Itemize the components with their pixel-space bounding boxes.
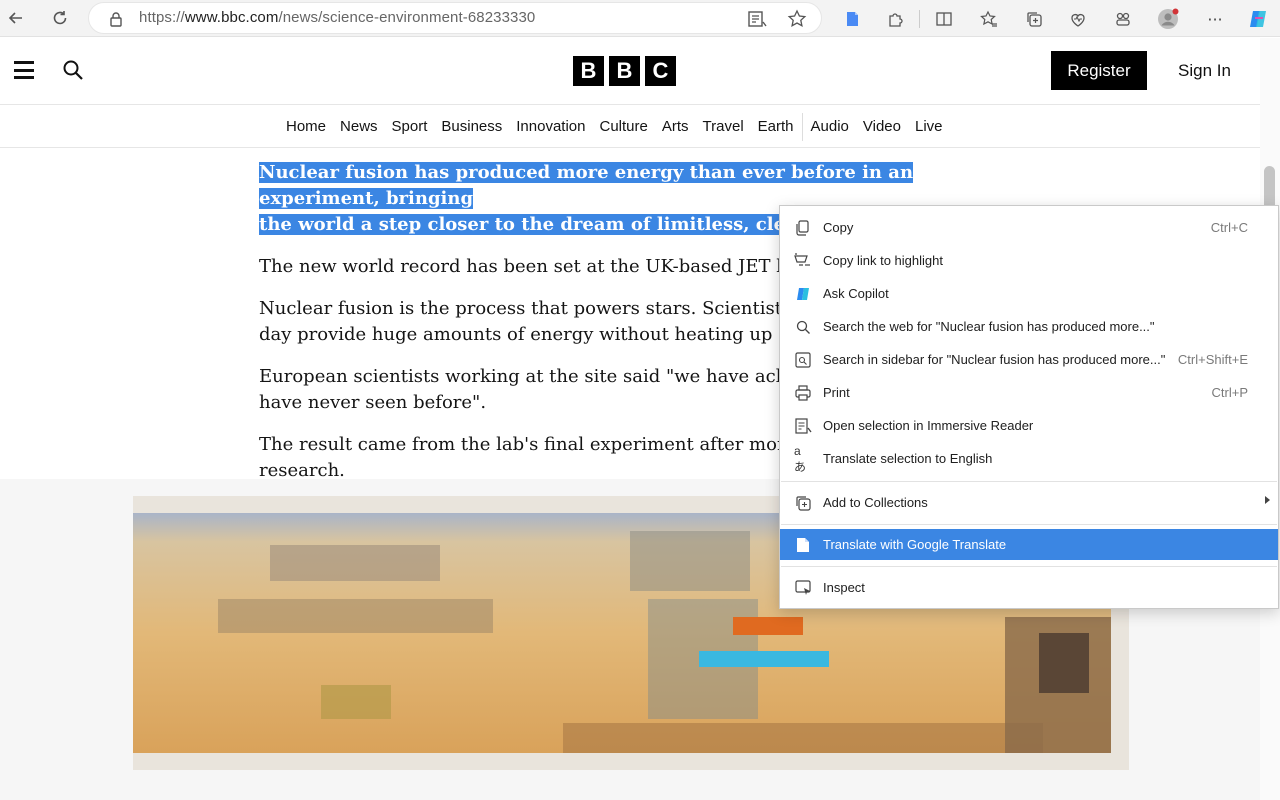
immersive-reader-icon xyxy=(794,417,812,435)
menu-item-search-sidebar[interactable]: Search in sidebar for "Nuclear fusion ha… xyxy=(780,344,1278,375)
split-screen-icon[interactable] xyxy=(931,6,957,32)
google-translate-icon xyxy=(794,536,812,554)
sidebar-search-icon xyxy=(794,351,812,369)
refresh-icon[interactable] xyxy=(48,6,72,30)
site-search-icon[interactable] xyxy=(62,59,84,81)
nav-item-culture[interactable]: Culture xyxy=(593,105,655,148)
more-menu-icon[interactable]: ··· xyxy=(1202,6,1228,32)
toolbar-divider xyxy=(919,10,920,28)
menu-item-inspect[interactable]: Inspect xyxy=(780,572,1278,603)
favorite-star-icon[interactable] xyxy=(787,9,807,29)
print-icon xyxy=(794,384,812,402)
menu-hamburger-icon[interactable] xyxy=(14,61,34,79)
inspect-icon xyxy=(794,579,812,597)
menu-item-add-to-collections[interactable]: Add to Collections xyxy=(780,487,1278,518)
nav-divider xyxy=(801,112,803,141)
bbc-logo-letter: B xyxy=(573,56,604,86)
copilot-icon[interactable] xyxy=(1245,6,1271,32)
menu-item-print[interactable]: Print Ctrl+P xyxy=(780,377,1278,408)
nav-item-news[interactable]: News xyxy=(333,105,385,148)
signin-link[interactable]: Sign In xyxy=(1178,61,1231,81)
extensions-icon[interactable] xyxy=(883,6,909,32)
favorites-icon[interactable] xyxy=(976,6,1002,32)
google-translate-extension-icon[interactable] xyxy=(839,6,865,32)
nav-item-sport[interactable]: Sport xyxy=(385,105,435,148)
menu-item-immersive-reader[interactable]: Open selection in Immersive Reader xyxy=(780,410,1278,441)
menu-item-search-web[interactable]: Search the web for "Nuclear fusion has p… xyxy=(780,311,1278,342)
menu-divider xyxy=(781,524,1277,525)
nav-item-live[interactable]: Live xyxy=(908,105,950,148)
search-icon xyxy=(794,318,812,336)
nav-item-video[interactable]: Video xyxy=(856,105,908,148)
bbc-logo-letter: C xyxy=(645,56,676,86)
immersive-reader-icon[interactable] xyxy=(747,9,767,29)
browser-essentials-icon[interactable] xyxy=(1065,6,1091,32)
menu-item-translate-selection[interactable]: aあ Translate selection to English xyxy=(780,443,1278,474)
bbc-logo[interactable]: B B C xyxy=(573,56,676,86)
nav-item-earth[interactable]: Earth xyxy=(751,105,801,148)
translate-icon: aあ xyxy=(794,443,807,474)
menu-divider xyxy=(781,481,1277,482)
nav-item-arts[interactable]: Arts xyxy=(655,105,696,148)
register-button[interactable]: Register xyxy=(1051,51,1147,90)
collections-icon[interactable] xyxy=(1021,6,1047,32)
copy-link-icon xyxy=(794,252,812,270)
profile-avatar-icon[interactable] xyxy=(1155,6,1181,32)
site-nav: Home News Sport Business Innovation Cult… xyxy=(0,105,1260,148)
nav-item-audio[interactable]: Audio xyxy=(804,105,856,148)
menu-divider xyxy=(781,566,1277,567)
menu-item-google-translate[interactable]: Translate with Google Translate xyxy=(780,529,1278,560)
copy-icon xyxy=(794,219,812,237)
menu-item-copy[interactable]: Copy Ctrl+C xyxy=(780,212,1278,243)
nav-item-travel[interactable]: Travel xyxy=(696,105,751,148)
workspaces-icon[interactable] xyxy=(1110,6,1136,32)
nav-item-innovation[interactable]: Innovation xyxy=(509,105,592,148)
copilot-icon xyxy=(794,285,812,303)
address-bar[interactable]: https://www.bbc.com/news/science-environ… xyxy=(88,2,822,34)
nav-item-home[interactable]: Home xyxy=(279,105,333,148)
selected-lead-line-1[interactable]: Nuclear fusion has produced more energy … xyxy=(259,162,914,209)
collections-icon xyxy=(794,494,812,512)
submenu-arrow-icon xyxy=(1265,496,1270,504)
lock-icon[interactable] xyxy=(109,11,123,27)
menu-item-ask-copilot[interactable]: Ask Copilot xyxy=(780,278,1278,309)
bbc-logo-letter: B xyxy=(609,56,640,86)
url-text[interactable]: https://www.bbc.com/news/science-environ… xyxy=(139,9,535,26)
context-menu: Copy Ctrl+C Copy link to highlight Ask C… xyxy=(779,205,1279,609)
nav-item-business[interactable]: Business xyxy=(434,105,509,148)
site-header: B B C Register Sign In xyxy=(0,38,1260,105)
browser-toolbar: https://www.bbc.com/news/science-environ… xyxy=(0,0,1280,37)
menu-item-copy-link-to-highlight[interactable]: Copy link to highlight xyxy=(780,245,1278,276)
back-icon[interactable] xyxy=(4,6,28,30)
